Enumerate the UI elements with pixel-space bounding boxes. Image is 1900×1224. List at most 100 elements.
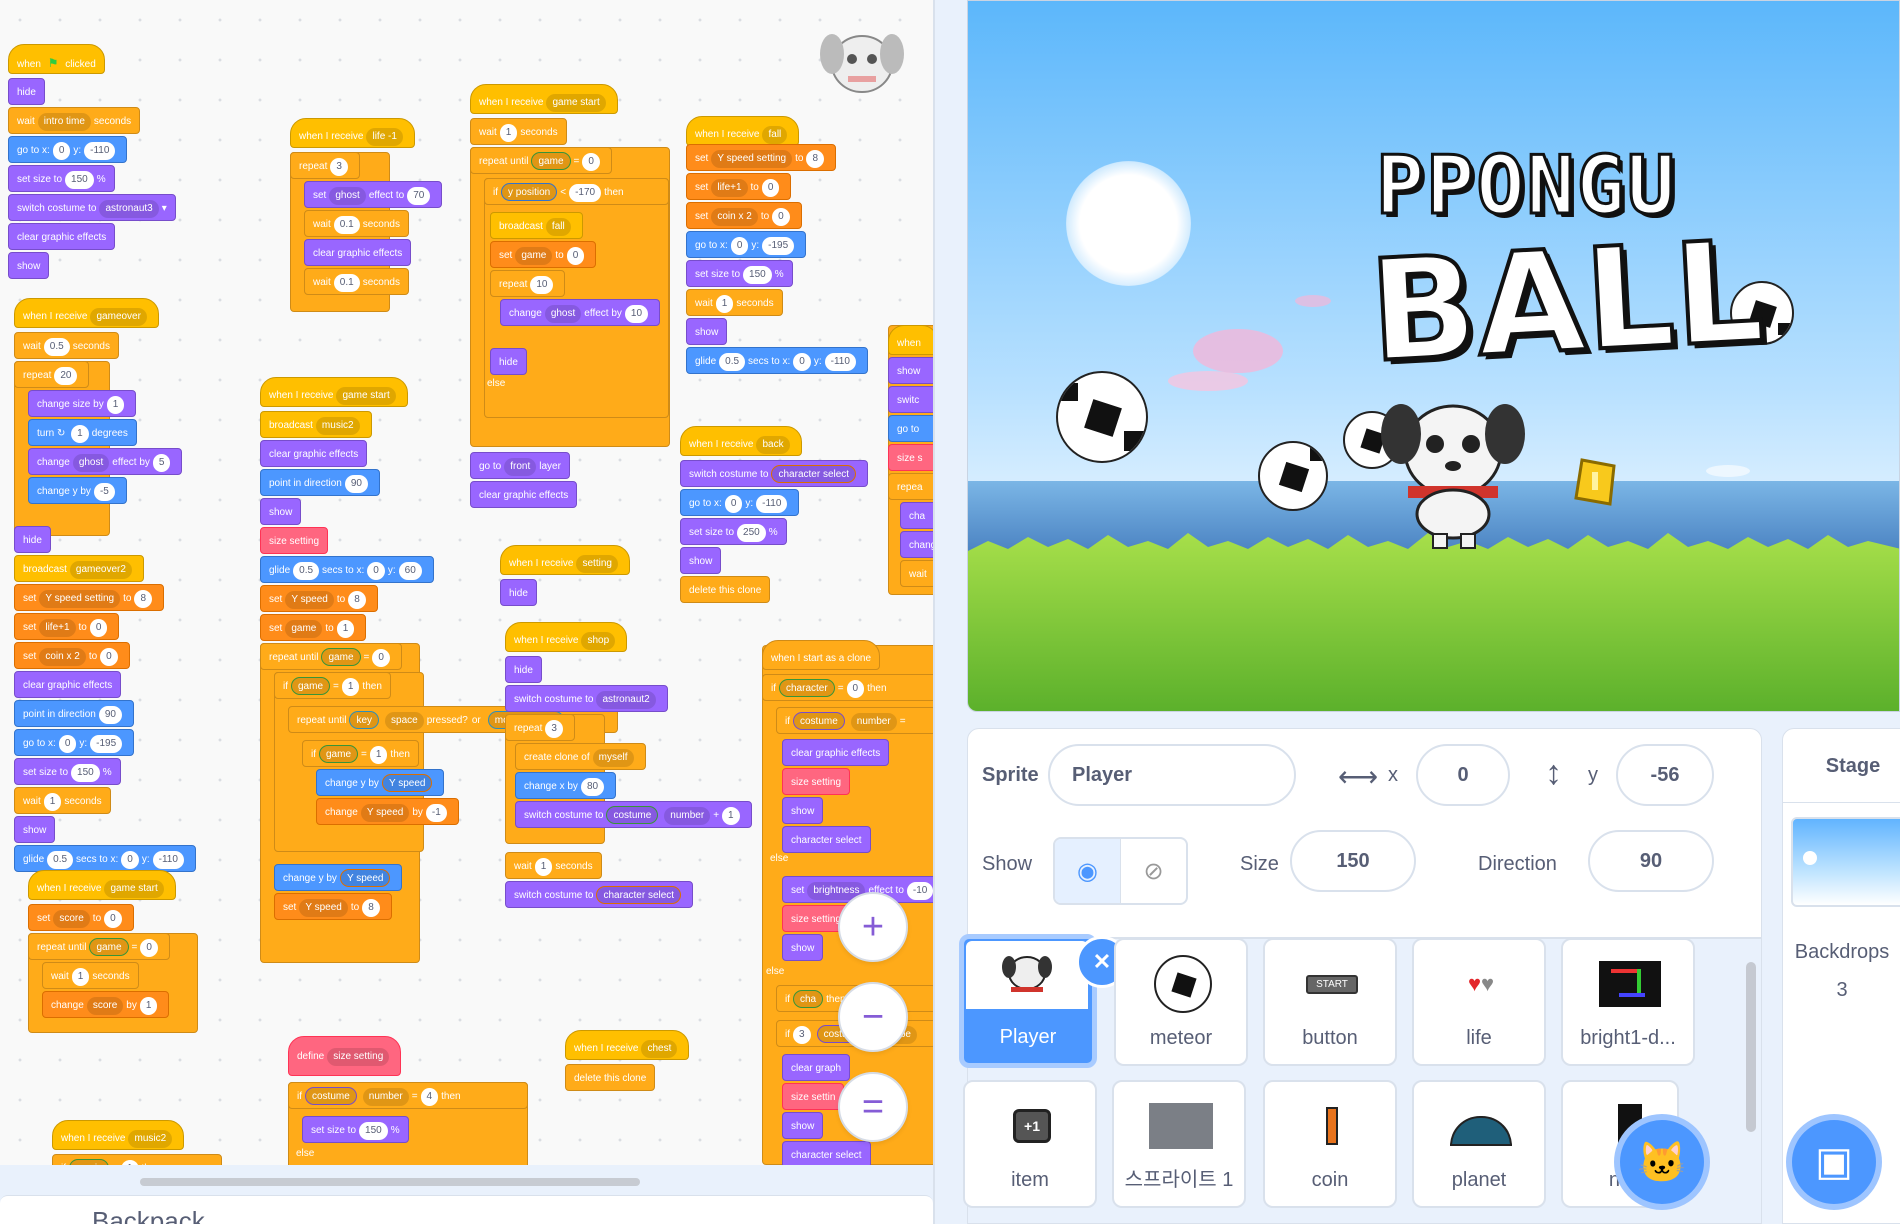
size-input[interactable]: 150: [359, 1122, 388, 1140]
y-input[interactable]: -110: [84, 142, 116, 160]
variable-dropdown[interactable]: coin x 2: [39, 648, 86, 666]
variable-reporter[interactable]: Y speed: [339, 869, 391, 887]
broadcast-block[interactable]: broadcast music2: [260, 411, 372, 438]
message-dropdown[interactable]: music2: [128, 1130, 173, 1148]
point-direction-block[interactable]: point in direction 90: [260, 469, 380, 496]
clear-effects-block[interactable]: clear graphic effects: [304, 239, 412, 266]
message-dropdown[interactable]: game start: [336, 387, 396, 405]
degrees-input[interactable]: 1: [71, 425, 89, 443]
clear-effects-block[interactable]: clear graphic effects: [260, 440, 368, 467]
partial-block[interactable]: chang: [900, 531, 933, 558]
switch-costume-number-block[interactable]: switch costume to costume number +1: [515, 801, 752, 828]
size-input[interactable]: 1: [106, 396, 125, 414]
repeat-input[interactable]: 10: [530, 276, 554, 294]
secs-input[interactable]: 0.5: [293, 562, 320, 580]
value-input[interactable]: -170: [569, 184, 602, 202]
when-receive-gamestart-hat[interactable]: when I receive game start: [260, 377, 408, 407]
message-dropdown[interactable]: shop: [581, 632, 616, 650]
variable-reporter[interactable]: game: [531, 152, 571, 170]
glide-block[interactable]: glide 0.5 secs to x: 0 y: -110: [686, 347, 868, 374]
coin-sprite[interactable]: [1568, 456, 1622, 510]
value-input[interactable]: 0: [772, 208, 790, 226]
set-variable-block[interactable]: set Y speed setting to 8: [686, 144, 837, 171]
switch-costume-block[interactable]: character select: [782, 826, 871, 853]
value-input[interactable]: 1: [722, 807, 740, 825]
value-input[interactable]: 3: [793, 1026, 811, 1044]
variable-reporter[interactable]: cha: [793, 990, 824, 1008]
variable-dropdown[interactable]: game: [285, 620, 323, 638]
message-dropdown[interactable]: gameover: [90, 308, 147, 326]
value-input[interactable]: 1: [120, 1160, 139, 1165]
wait-block[interactable]: wait 0.1 seconds: [304, 268, 409, 295]
player-dog-sprite[interactable]: [1373, 386, 1533, 551]
y-position-reporter[interactable]: y position: [501, 183, 558, 201]
choose-backdrop-button[interactable]: ▣: [1786, 1114, 1882, 1210]
if-block[interactable]: if y position < -170 then: [484, 178, 669, 205]
value-input[interactable]: 0: [140, 939, 158, 957]
variable-dropdown[interactable]: score: [86, 997, 124, 1015]
repeat-input[interactable]: 20: [54, 367, 78, 385]
visibility-toggle[interactable]: ◉ ⊘: [1053, 837, 1188, 905]
partial-block[interactable]: switc: [888, 386, 933, 413]
backpack[interactable]: Backpack: [0, 1195, 933, 1224]
set-size-block[interactable]: set size to 150%: [302, 1116, 409, 1143]
variable-dropdown[interactable]: life+1: [711, 179, 748, 197]
value-input[interactable]: 0: [761, 179, 780, 197]
zoom-in-button[interactable]: +: [838, 892, 908, 962]
size-input[interactable]: 150: [743, 266, 772, 284]
goto-xy-block[interactable]: go to x: 0 y: -195: [14, 729, 135, 756]
repeat-input[interactable]: 3: [545, 720, 563, 738]
switch-costume-block[interactable]: switch costume to character select: [680, 460, 869, 487]
variable-reporter[interactable]: game: [291, 677, 331, 695]
switch-costume-block[interactable]: switch costume to character select: [505, 881, 694, 908]
y-input[interactable]: -195: [762, 237, 795, 255]
hide-block[interactable]: hide: [14, 526, 51, 553]
x-input[interactable]: 0: [730, 237, 749, 255]
show-hidden-button[interactable]: ⊘: [1121, 839, 1186, 903]
message-dropdown[interactable]: gameover2: [69, 561, 132, 579]
message-dropdown[interactable]: game start: [546, 94, 606, 112]
set-variable-block[interactable]: set Y speed to 8: [260, 585, 378, 612]
seconds-input[interactable]: 1: [43, 793, 62, 811]
variable-dropdown[interactable]: score: [53, 910, 90, 928]
y-input[interactable]: 60: [398, 562, 422, 580]
when-receive-shop-hat[interactable]: when I receive shop: [505, 622, 628, 652]
sprite-tile-meteor[interactable]: meteor: [1114, 938, 1248, 1066]
change-variable-block[interactable]: change score by 1: [42, 991, 170, 1018]
costume-dropdown[interactable]: character select: [596, 886, 682, 904]
if-block[interactable]: ifmusic=1then: [52, 1154, 222, 1165]
sprite-tile-button[interactable]: START button: [1263, 938, 1397, 1066]
y-input[interactable]: -110: [152, 851, 184, 869]
hide-block[interactable]: hide: [500, 579, 537, 606]
seconds-input[interactable]: 1: [499, 124, 518, 142]
value-input[interactable]: 0: [846, 680, 865, 698]
size-input[interactable]: 250: [737, 524, 766, 542]
value-input[interactable]: 0: [566, 247, 585, 265]
goto-xy-block[interactable]: go to x: 0 y: -110: [8, 136, 128, 163]
when-receive-gamestart-hat[interactable]: when I receive game start: [28, 870, 176, 900]
point-direction-block[interactable]: point in direction 90: [14, 700, 134, 727]
value-input[interactable]: 1: [336, 620, 355, 638]
change-size-block[interactable]: change size by 1: [28, 390, 137, 417]
effect-input[interactable]: 5: [152, 454, 171, 472]
set-variable-block[interactable]: set coin x 2 to 0: [14, 642, 130, 669]
change-effect-block[interactable]: change ghost effect by 10: [500, 299, 661, 326]
set-variable-block[interactable]: set coin x 2 to 0: [686, 202, 802, 229]
seconds-input[interactable]: 1: [534, 858, 553, 876]
partial-block[interactable]: size s: [888, 444, 933, 471]
repeat-block[interactable]: repeat 10: [490, 270, 566, 297]
if-block[interactable]: if game = 1 then: [302, 740, 419, 767]
hide-block[interactable]: hide: [505, 656, 542, 683]
repeat-block[interactable]: repeat 3: [290, 152, 360, 179]
glide-block[interactable]: glide 0.5 secs to x: 0 y: 60: [260, 556, 434, 583]
set-size-block[interactable]: set size to 250%: [680, 518, 787, 545]
variable-dropdown[interactable]: Y speed setting: [711, 150, 793, 168]
value-input[interactable]: 1: [369, 746, 388, 764]
set-size-block[interactable]: set size to 150%: [8, 165, 115, 192]
value-input[interactable]: 0: [582, 153, 600, 171]
stage-thumbnail[interactable]: [1791, 817, 1900, 907]
x-input[interactable]: 0: [367, 562, 385, 580]
switch-costume-block[interactable]: character select: [782, 1141, 871, 1165]
sprite-name-input[interactable]: Player: [1048, 744, 1296, 806]
goto-xy-block[interactable]: go to x: 0 y: -195: [686, 231, 807, 258]
